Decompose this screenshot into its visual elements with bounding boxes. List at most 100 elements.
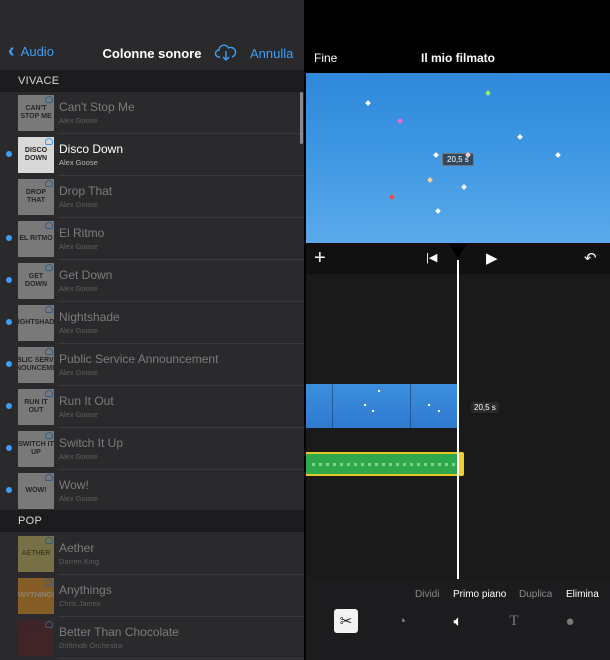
- cloud-icon: [45, 432, 53, 439]
- new-track-dot: [6, 487, 12, 493]
- album-art: [18, 620, 54, 656]
- track-row[interactable]: PUBLIC SERVICE ANNOUNCEMENT Public Servic…: [0, 344, 304, 386]
- filter-icon[interactable]: ●: [558, 609, 582, 633]
- new-track-dot: [6, 361, 12, 367]
- edit-toolbar: Dividi Primo piano Duplica Elimina ✂ ◔ 🔈…: [306, 579, 610, 660]
- album-art-text: NIGHTSHADE: [18, 319, 54, 326]
- track-row[interactable]: NIGHTSHADE Nightshade Alex Goose: [0, 302, 304, 344]
- track-title: Run It Out: [59, 394, 114, 408]
- foreground-action[interactable]: Primo piano: [453, 589, 506, 600]
- text-icon[interactable]: T: [502, 609, 526, 633]
- album-art: EL RITMO: [18, 221, 54, 257]
- track-title: Disco Down: [59, 142, 124, 156]
- waveform-mark: [368, 463, 371, 466]
- album-art: DROP THAT: [18, 179, 54, 215]
- waveform-mark: [417, 463, 420, 466]
- kite-mark: [438, 410, 440, 412]
- track-row[interactable]: EL RITMO El Ritmo Alex Goose: [0, 218, 304, 260]
- track-artist: Alex Goose: [59, 200, 98, 209]
- scrollbar[interactable]: [300, 92, 303, 144]
- audio-trim-handle[interactable]: [459, 452, 464, 476]
- track-row[interactable]: DROP THAT Drop That Alex Goose: [0, 176, 304, 218]
- kite: [365, 100, 371, 106]
- track-row[interactable]: CAN'T STOP ME Can't Stop Me Alex Goose: [0, 92, 304, 134]
- add-media-button[interactable]: +: [314, 247, 326, 270]
- cloud-icon: [45, 348, 53, 355]
- album-art-text: SWITCH IT UP: [18, 441, 54, 456]
- waveform-mark: [340, 463, 343, 466]
- album-art: GET DOWN: [18, 263, 54, 299]
- skip-to-start-icon[interactable]: |◀: [426, 251, 437, 264]
- cloud-icon: [45, 180, 53, 187]
- track-row[interactable]: GET DOWN Get Down Alex Goose: [0, 260, 304, 302]
- album-art: AETHER: [18, 536, 54, 572]
- volume-icon[interactable]: 🔈︎: [446, 609, 470, 633]
- album-art-text: AETHER: [21, 550, 51, 557]
- video-clip[interactable]: [306, 384, 459, 428]
- waveform-mark: [375, 463, 378, 466]
- track-artist: Alex Goose: [59, 284, 98, 293]
- waveform-mark: [354, 463, 357, 466]
- waveform-mark: [438, 463, 441, 466]
- album-art: SWITCH IT UP: [18, 431, 54, 467]
- album-art-text: DISCO DOWN: [24, 147, 48, 162]
- playhead[interactable]: [457, 260, 459, 579]
- track-row[interactable]: RUN IT OUT Run It Out Alex Goose: [0, 386, 304, 428]
- kite-mark: [372, 410, 374, 412]
- waveform-mark: [382, 463, 385, 466]
- track-artist: Alex Goose: [59, 368, 98, 377]
- new-track-dot: [6, 277, 12, 283]
- track-title: Can't Stop Me: [59, 100, 135, 114]
- track-artist: Alex Goose: [59, 158, 98, 167]
- duplicate-action[interactable]: Duplica: [519, 589, 552, 600]
- track-artist: Alex Goose: [59, 410, 98, 419]
- split-action[interactable]: Dividi: [415, 589, 439, 600]
- cloud-icon: [45, 222, 53, 229]
- video-preview[interactable]: 20,5 s: [306, 73, 610, 243]
- waveform-mark: [396, 463, 399, 466]
- speed-icon[interactable]: ◔: [390, 609, 414, 633]
- album-art: RUN IT OUT: [18, 389, 54, 425]
- waveform-mark: [445, 463, 448, 466]
- playhead-marker-icon[interactable]: [449, 244, 467, 258]
- cloud-icon: [45, 579, 53, 586]
- cloud-download-icon[interactable]: [215, 43, 237, 61]
- track-row[interactable]: AETHER Aether Darren King: [0, 533, 304, 575]
- cloud-icon: [45, 474, 53, 481]
- track-row[interactable]: ANYTHINGS Anythings Chris James: [0, 575, 304, 617]
- new-track-dot: [6, 403, 12, 409]
- new-track-dot: [6, 151, 12, 157]
- track-row[interactable]: DISCO DOWN Disco Down Alex Goose: [0, 134, 304, 176]
- new-track-dot: [6, 235, 12, 241]
- frame-divider: [332, 384, 333, 428]
- track-artist: Darren King: [59, 557, 100, 566]
- track-title: Anythings: [59, 583, 112, 597]
- kite-mark: [428, 404, 430, 406]
- track-title: Switch It Up: [59, 436, 124, 450]
- track-row[interactable]: WOW! Wow! Alex Goose: [0, 470, 304, 512]
- album-art: ANYTHINGS: [18, 578, 54, 614]
- track-row[interactable]: Better Than Chocolate Driftmob Orchestra: [0, 617, 304, 659]
- track-artist: Alex Goose: [59, 116, 98, 125]
- track-row[interactable]: SWITCH IT UP Switch It Up Alex Goose: [0, 428, 304, 470]
- cancel-button[interactable]: Annulla: [250, 46, 293, 61]
- play-icon[interactable]: ▶: [486, 249, 498, 267]
- track-artist: Alex Goose: [59, 452, 98, 461]
- cloud-icon: [45, 264, 53, 271]
- track-title: Get Down: [59, 268, 113, 282]
- cloud-icon: [45, 96, 53, 103]
- cloud-icon: [45, 306, 53, 313]
- track-artist: Alex Goose: [59, 326, 98, 335]
- delete-action[interactable]: Elimina: [566, 589, 599, 600]
- audio-track[interactable]: [306, 452, 462, 476]
- kite: [427, 177, 433, 183]
- track-title: Aether: [59, 541, 95, 555]
- track-title: Better Than Chocolate: [59, 625, 179, 639]
- track-artist: Alex Goose: [59, 242, 98, 251]
- section-header-pop: POP: [0, 510, 304, 532]
- scissors-icon[interactable]: ✂: [334, 609, 358, 633]
- waveform-mark: [424, 463, 427, 466]
- undo-icon[interactable]: ↶: [584, 249, 597, 267]
- track-title: Wow!: [59, 478, 89, 492]
- waveform-mark: [403, 463, 406, 466]
